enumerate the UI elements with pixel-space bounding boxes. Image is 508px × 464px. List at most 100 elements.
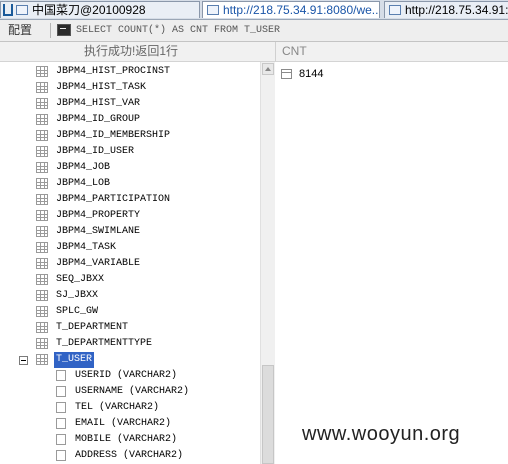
page-icon xyxy=(389,5,401,15)
tab-url-active[interactable]: http://218.75.34.91:8080/we... xyxy=(202,1,380,18)
table-icon xyxy=(36,162,48,173)
tree-item-label: JBPM4_HIST_TASK xyxy=(56,82,147,93)
tab-caidao[interactable]: 中国菜刀@20100928 xyxy=(0,1,200,18)
scroll-thumb[interactable] xyxy=(262,365,274,464)
column-icon xyxy=(56,418,66,429)
tree-item-label: SPLC_GW xyxy=(56,306,99,317)
tree-item-label: JBPM4_HIST_PROCINST xyxy=(56,66,171,77)
result-cell[interactable]: 8144 xyxy=(299,67,323,81)
table-icon xyxy=(36,242,48,253)
tree-item-label: JBPM4_LOB xyxy=(56,178,111,189)
terminal-icon xyxy=(57,24,71,36)
tree-item-column[interactable]: EMAIL (VARCHAR2) xyxy=(0,416,260,432)
tree-item-column[interactable]: MOBILE (VARCHAR2) xyxy=(0,432,260,448)
column-header-cnt[interactable]: CNT xyxy=(282,44,307,59)
tree-item-column[interactable]: TEL (VARCHAR2) xyxy=(0,400,260,416)
tree-scrollbar[interactable] xyxy=(260,62,275,464)
tree-item-label: JBPM4_HIST_VAR xyxy=(56,98,141,109)
result-grid: 8144 xyxy=(276,62,508,464)
tab-label: http://218.75.34.91:8080/we... xyxy=(223,3,380,17)
tree-item-label: USERID (VARCHAR2) xyxy=(75,370,178,381)
table-icon xyxy=(36,354,48,365)
tree-item-column[interactable]: USERID (VARCHAR2) xyxy=(0,368,260,384)
tree-item-table[interactable]: JBPM4_HIST_VAR xyxy=(0,96,260,112)
table-icon xyxy=(36,194,48,205)
tree-item-table[interactable]: SPLC_GW xyxy=(0,304,260,320)
app-logo-icon xyxy=(3,4,13,16)
table-icon xyxy=(36,322,48,333)
tab-label: 中国菜刀@20100928 xyxy=(32,3,146,17)
table-icon xyxy=(36,178,48,189)
tree-item-table[interactable]: JBPM4_VARIABLE xyxy=(0,256,260,272)
tree-item-table[interactable]: SJ_JBXX xyxy=(0,288,260,304)
tree-item-table[interactable]: JBPM4_TASK xyxy=(0,240,260,256)
tree-item-label: TEL (VARCHAR2) xyxy=(75,402,160,413)
toolbar: 配置 SELECT COUNT(*) AS CNT FROM T_USER xyxy=(0,20,508,42)
tree-item-label: JBPM4_VARIABLE xyxy=(56,258,141,269)
tree-item-table[interactable]: JBPM4_PROPERTY xyxy=(0,208,260,224)
window-icon xyxy=(16,5,28,15)
tree-item-table[interactable]: T_DEPARTMENTTYPE xyxy=(0,336,260,352)
tree-item-table[interactable]: JBPM4_HIST_PROCINST xyxy=(0,64,260,80)
collapse-icon[interactable] xyxy=(19,356,28,365)
column-icon xyxy=(56,370,66,381)
tree-item-label: SEQ_JBXX xyxy=(56,274,105,285)
tree-item-table[interactable]: JBPM4_ID_MEMBERSHIP xyxy=(0,128,260,144)
status-text: 执行成功!返回1行 xyxy=(84,44,179,58)
table-icon xyxy=(36,258,48,269)
table-icon xyxy=(36,130,48,141)
column-icon xyxy=(56,450,66,461)
tab-url[interactable]: http://218.75.34.91:8 xyxy=(384,1,508,18)
table-tree: JBPM4_HIST_PROCINST JBPM4_HIST_TASK JBPM4_… xyxy=(0,62,260,464)
tree-item-label: ADDRESS (VARCHAR2) xyxy=(75,450,184,461)
tab-label: http://218.75.34.91:8 xyxy=(405,3,508,17)
tree-item-label: T_DEPARTMENTTYPE xyxy=(56,338,153,349)
sql-input[interactable]: SELECT COUNT(*) AS CNT FROM T_USER xyxy=(76,24,280,37)
column-icon xyxy=(56,434,66,445)
toolbar-divider xyxy=(50,23,51,38)
tree-item-table[interactable]: T_DEPARTMENT xyxy=(0,320,260,336)
tree-item-label: T_DEPARTMENT xyxy=(56,322,129,333)
tree-item-table[interactable]: JBPM4_LOB xyxy=(0,176,260,192)
tree-item-label: JBPM4_ID_USER xyxy=(56,146,135,157)
table-icon xyxy=(36,226,48,237)
tree-item-label: JBPM4_TASK xyxy=(56,242,117,253)
table-icon xyxy=(36,210,48,221)
tree-item-table[interactable]: JBPM4_ID_GROUP xyxy=(0,112,260,128)
tree-item-t-user[interactable]: T_USER xyxy=(0,352,260,368)
table-icon xyxy=(36,274,48,285)
tab-bar: 中国菜刀@20100928 http://218.75.34.91:8080/w… xyxy=(0,0,508,20)
tree-item-table[interactable]: SEQ_JBXX xyxy=(0,272,260,288)
tree-item-label: JBPM4_ID_GROUP xyxy=(56,114,141,125)
tree-item-table[interactable]: JBPM4_ID_USER xyxy=(0,144,260,160)
tree-item-label: JBPM4_ID_MEMBERSHIP xyxy=(56,130,171,141)
tree-item-label: USERNAME (VARCHAR2) xyxy=(75,386,190,397)
tree-item-table[interactable]: JBPM4_SWIMLANE xyxy=(0,224,260,240)
tree-item-table[interactable]: JBPM4_JOB xyxy=(0,160,260,176)
tree-item-column[interactable]: USERNAME (VARCHAR2) xyxy=(0,384,260,400)
tree-item-table[interactable]: JBPM4_HIST_TASK xyxy=(0,80,260,96)
column-icon xyxy=(56,402,66,413)
table-icon xyxy=(36,114,48,125)
result-header-row: 执行成功!返回1行 CNT xyxy=(0,42,508,62)
table-icon xyxy=(36,98,48,109)
tree-item-column[interactable]: ADDRESS (VARCHAR2) xyxy=(0,448,260,464)
table-icon xyxy=(36,290,48,301)
table-icon xyxy=(36,66,48,77)
table-icon xyxy=(36,306,48,317)
table-icon xyxy=(36,146,48,157)
pane-divider[interactable] xyxy=(275,42,276,61)
tree-item-label: T_USER xyxy=(54,352,95,368)
column-icon xyxy=(56,386,66,397)
page-icon xyxy=(207,5,219,15)
config-button[interactable]: 配置 xyxy=(8,22,32,39)
row-icon xyxy=(281,69,292,79)
watermark: www.wooyun.org xyxy=(302,423,461,445)
tree-item-label: JBPM4_PARTICIPATION xyxy=(56,194,171,205)
scroll-up-icon[interactable] xyxy=(262,63,274,75)
tree-item-label: JBPM4_PROPERTY xyxy=(56,210,141,221)
tree-item-table[interactable]: JBPM4_PARTICIPATION xyxy=(0,192,260,208)
table-icon xyxy=(36,82,48,93)
tree-item-label: SJ_JBXX xyxy=(56,290,99,301)
tree-item-label: JBPM4_SWIMLANE xyxy=(56,226,141,237)
